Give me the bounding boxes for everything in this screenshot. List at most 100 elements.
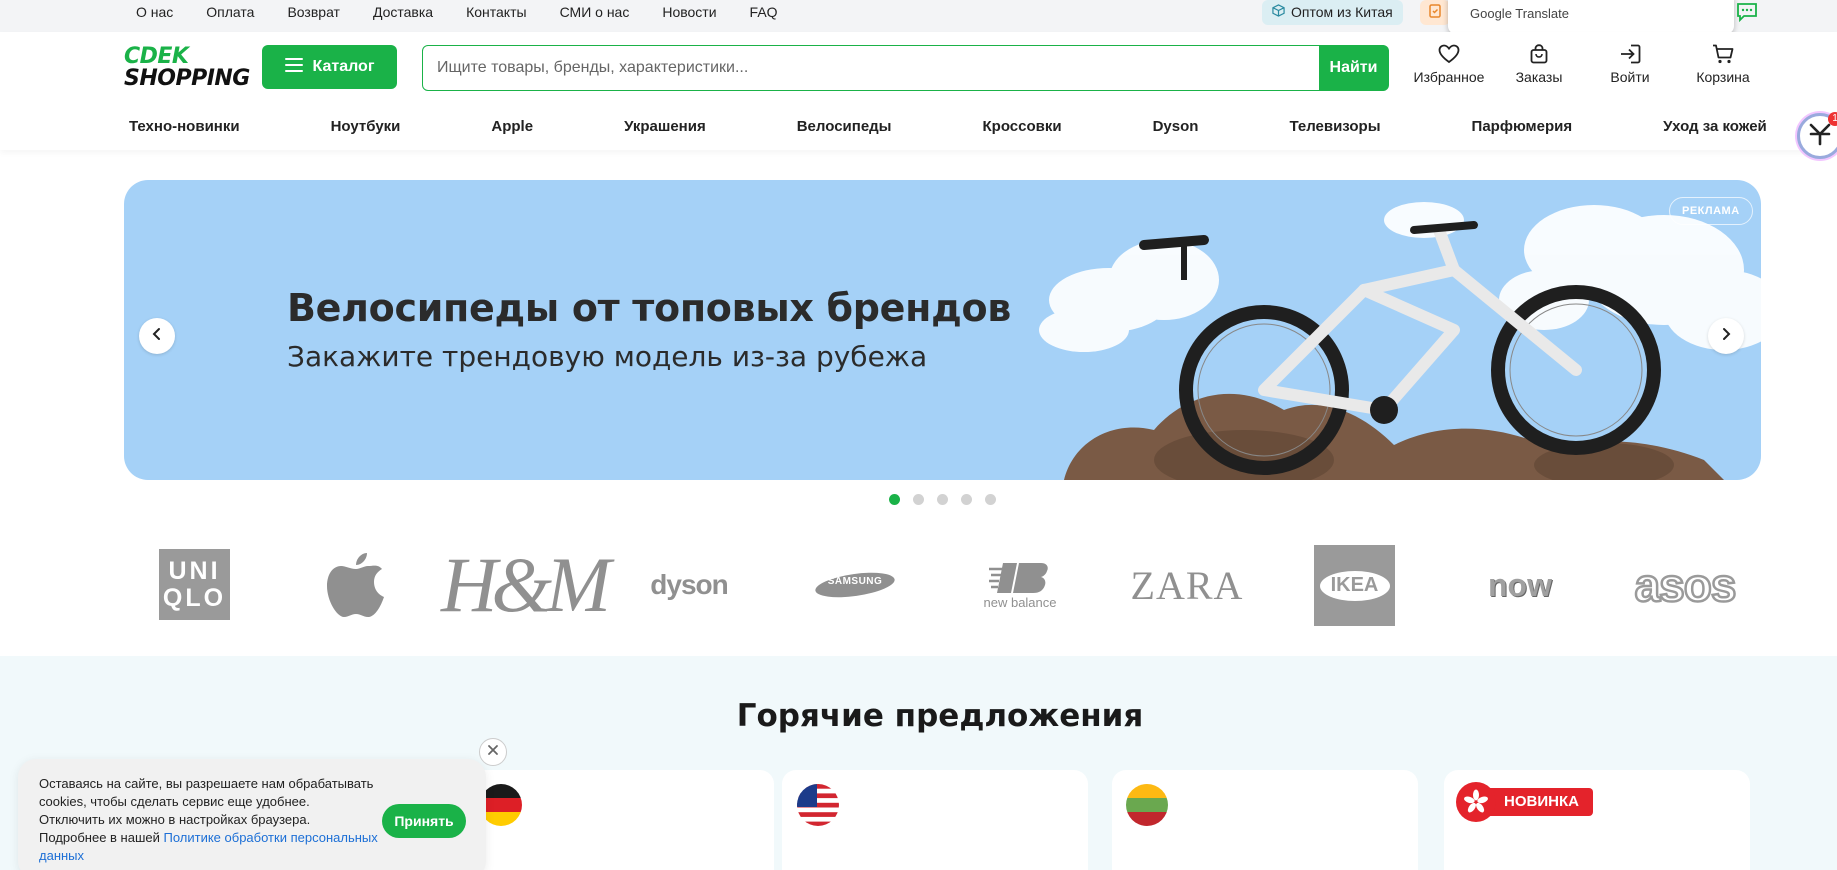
top-link-news[interactable]: Новости — [662, 0, 716, 24]
category-sneakers[interactable]: Кроссовки — [983, 118, 1062, 142]
wholesale-china-button[interactable]: Оптом из Китая — [1262, 0, 1403, 25]
cookie-accept-button[interactable]: Принять — [382, 804, 466, 838]
catalog-label: Каталог — [312, 58, 375, 75]
favorites-button[interactable]: Избранное — [1413, 44, 1485, 94]
cart-label: Корзина — [1696, 69, 1750, 85]
category-tv[interactable]: Телевизоры — [1289, 118, 1380, 142]
brand-samsung[interactable]: SAMSUNG — [815, 540, 895, 630]
pagination-dot[interactable] — [937, 494, 948, 505]
login-icon — [1619, 44, 1641, 64]
uniqlo-line-2: QLO — [162, 583, 227, 612]
top-link-media[interactable]: СМИ о нас — [560, 0, 630, 24]
brand-new-balance[interactable]: new balance — [980, 540, 1060, 630]
brand-apple[interactable] — [322, 540, 390, 630]
heart-icon — [1438, 44, 1460, 64]
login-button[interactable]: Войти — [1608, 44, 1652, 94]
main-header: CDEK SHOPPING Каталог Найти Избранное За… — [0, 32, 1837, 150]
hot-offers-title: Горячие предложения — [736, 698, 1144, 734]
orders-button[interactable]: Заказы — [1509, 44, 1569, 94]
chat-icon[interactable] — [1736, 2, 1758, 23]
close-icon — [487, 743, 499, 761]
cdek-shopping-logo[interactable]: CDEK SHOPPING — [124, 44, 250, 92]
ad-label[interactable]: РЕКЛАМА — [1669, 197, 1753, 225]
top-link-contacts[interactable]: Контакты — [466, 0, 526, 24]
side-widget-button[interactable]: 1 — [1797, 112, 1837, 159]
category-laptops[interactable]: Ноутбуки — [331, 118, 401, 142]
cookie-accept-label: Принять — [394, 813, 454, 829]
widget-logo-icon — [1807, 121, 1833, 152]
top-link-return[interactable]: Возврат — [287, 0, 340, 24]
banner-prev-button[interactable] — [139, 318, 175, 354]
new-balance-logo-icon — [989, 562, 1048, 593]
google-translate-label: Google Translate — [1470, 6, 1570, 21]
top-links: О нас Оплата Возврат Доставка Контакты С… — [136, 0, 811, 24]
brand-now[interactable]: now — [1479, 540, 1561, 630]
clipboard-button[interactable] — [1420, 0, 1450, 25]
banner-subtitle: Закажите трендовую модель из-за рубежа — [287, 340, 928, 373]
search-bar: Найти — [422, 44, 1389, 91]
google-translate-popup[interactable]: Google Translate — [1448, 0, 1734, 34]
search-button-label: Найти — [1329, 58, 1378, 76]
top-link-delivery[interactable]: Доставка — [373, 0, 433, 24]
box-icon — [1272, 0, 1285, 25]
category-apple[interactable]: Apple — [491, 118, 533, 142]
logo-line-1: CDEK — [124, 44, 189, 69]
new-badge: НОВИНКА — [1456, 781, 1593, 822]
ikea-oval: IKEA — [1319, 570, 1390, 601]
category-perfume[interactable]: Парфюмерия — [1472, 118, 1573, 142]
category-tech[interactable]: Техно-новинки — [129, 118, 240, 142]
promo-banner[interactable]: Велосипеды от топовых брендов Закажите т… — [124, 180, 1761, 480]
search-input[interactable] — [437, 46, 1317, 89]
uniqlo-line-1: UNI — [168, 556, 221, 585]
usa-flag-icon — [797, 784, 839, 826]
banner-pagination — [889, 494, 996, 505]
category-nav: Техно-новинки Ноутбуки Apple Украшения В… — [129, 118, 1767, 142]
offer-card[interactable]: НОВИНКА — [1444, 770, 1750, 870]
offer-card[interactable] — [1112, 770, 1418, 870]
brand-dyson[interactable]: dyson — [648, 540, 730, 630]
top-link-faq[interactable]: FAQ — [750, 0, 778, 24]
cookie-close-button[interactable] — [479, 738, 507, 766]
offer-card[interactable] — [782, 770, 1088, 870]
top-link-payment[interactable]: Оплата — [206, 0, 254, 24]
logo-line-2: SHOPPING — [124, 66, 250, 91]
hong-kong-flag-icon — [1456, 781, 1496, 822]
pagination-dot[interactable] — [985, 494, 996, 505]
chevron-right-icon — [1720, 327, 1732, 346]
germany-flag-icon — [480, 784, 522, 826]
cookie-banner: Оставаясь на сайте, вы разрешаете нам об… — [18, 759, 486, 870]
pagination-dot[interactable] — [961, 494, 972, 505]
bag-icon — [1530, 44, 1548, 64]
new-balance-label: new balance — [983, 594, 1057, 610]
cart-icon — [1712, 44, 1734, 64]
menu-icon — [284, 57, 303, 77]
ikea-label: IKEA — [1330, 574, 1379, 596]
offer-card[interactable] — [468, 770, 774, 870]
samsung-label: SAMSUNG — [827, 576, 883, 587]
catalog-button[interactable]: Каталог — [262, 45, 397, 89]
pagination-dot[interactable] — [889, 494, 900, 505]
clipboard-icon — [1429, 3, 1441, 23]
search-button[interactable]: Найти — [1318, 44, 1389, 91]
banner-title: Велосипеды от топовых брендов — [287, 286, 1012, 330]
brand-asos[interactable]: asos — [1625, 540, 1745, 630]
favorites-label: Избранное — [1413, 69, 1485, 85]
banner-clouds-illustration — [1039, 202, 1761, 480]
lithuania-flag-icon — [1126, 784, 1168, 826]
category-dyson[interactable]: Dyson — [1153, 118, 1199, 142]
category-skincare[interactable]: Уход за кожей — [1663, 118, 1767, 142]
brand-hm[interactable]: H&M — [441, 540, 611, 630]
apple-logo-icon — [326, 547, 386, 624]
brand-zara[interactable]: ZARA — [1128, 540, 1246, 630]
banner-next-button[interactable] — [1708, 318, 1744, 354]
pagination-dot[interactable] — [913, 494, 924, 505]
login-label: Войти — [1610, 69, 1650, 85]
category-bicycles[interactable]: Велосипеды — [797, 118, 892, 142]
wholesale-china-label: Оптом из Китая — [1291, 4, 1393, 20]
cart-button[interactable]: Корзина — [1693, 44, 1753, 94]
category-jewelry[interactable]: Украшения — [624, 118, 706, 142]
brand-uniqlo[interactable]: UNI QLO — [159, 549, 230, 620]
brand-ikea[interactable]: IKEA — [1314, 545, 1395, 626]
top-link-about[interactable]: О нас — [136, 0, 173, 24]
brands-row: UNI QLO H&M dyson SAMSUNG new balance ZA… — [0, 540, 1837, 656]
